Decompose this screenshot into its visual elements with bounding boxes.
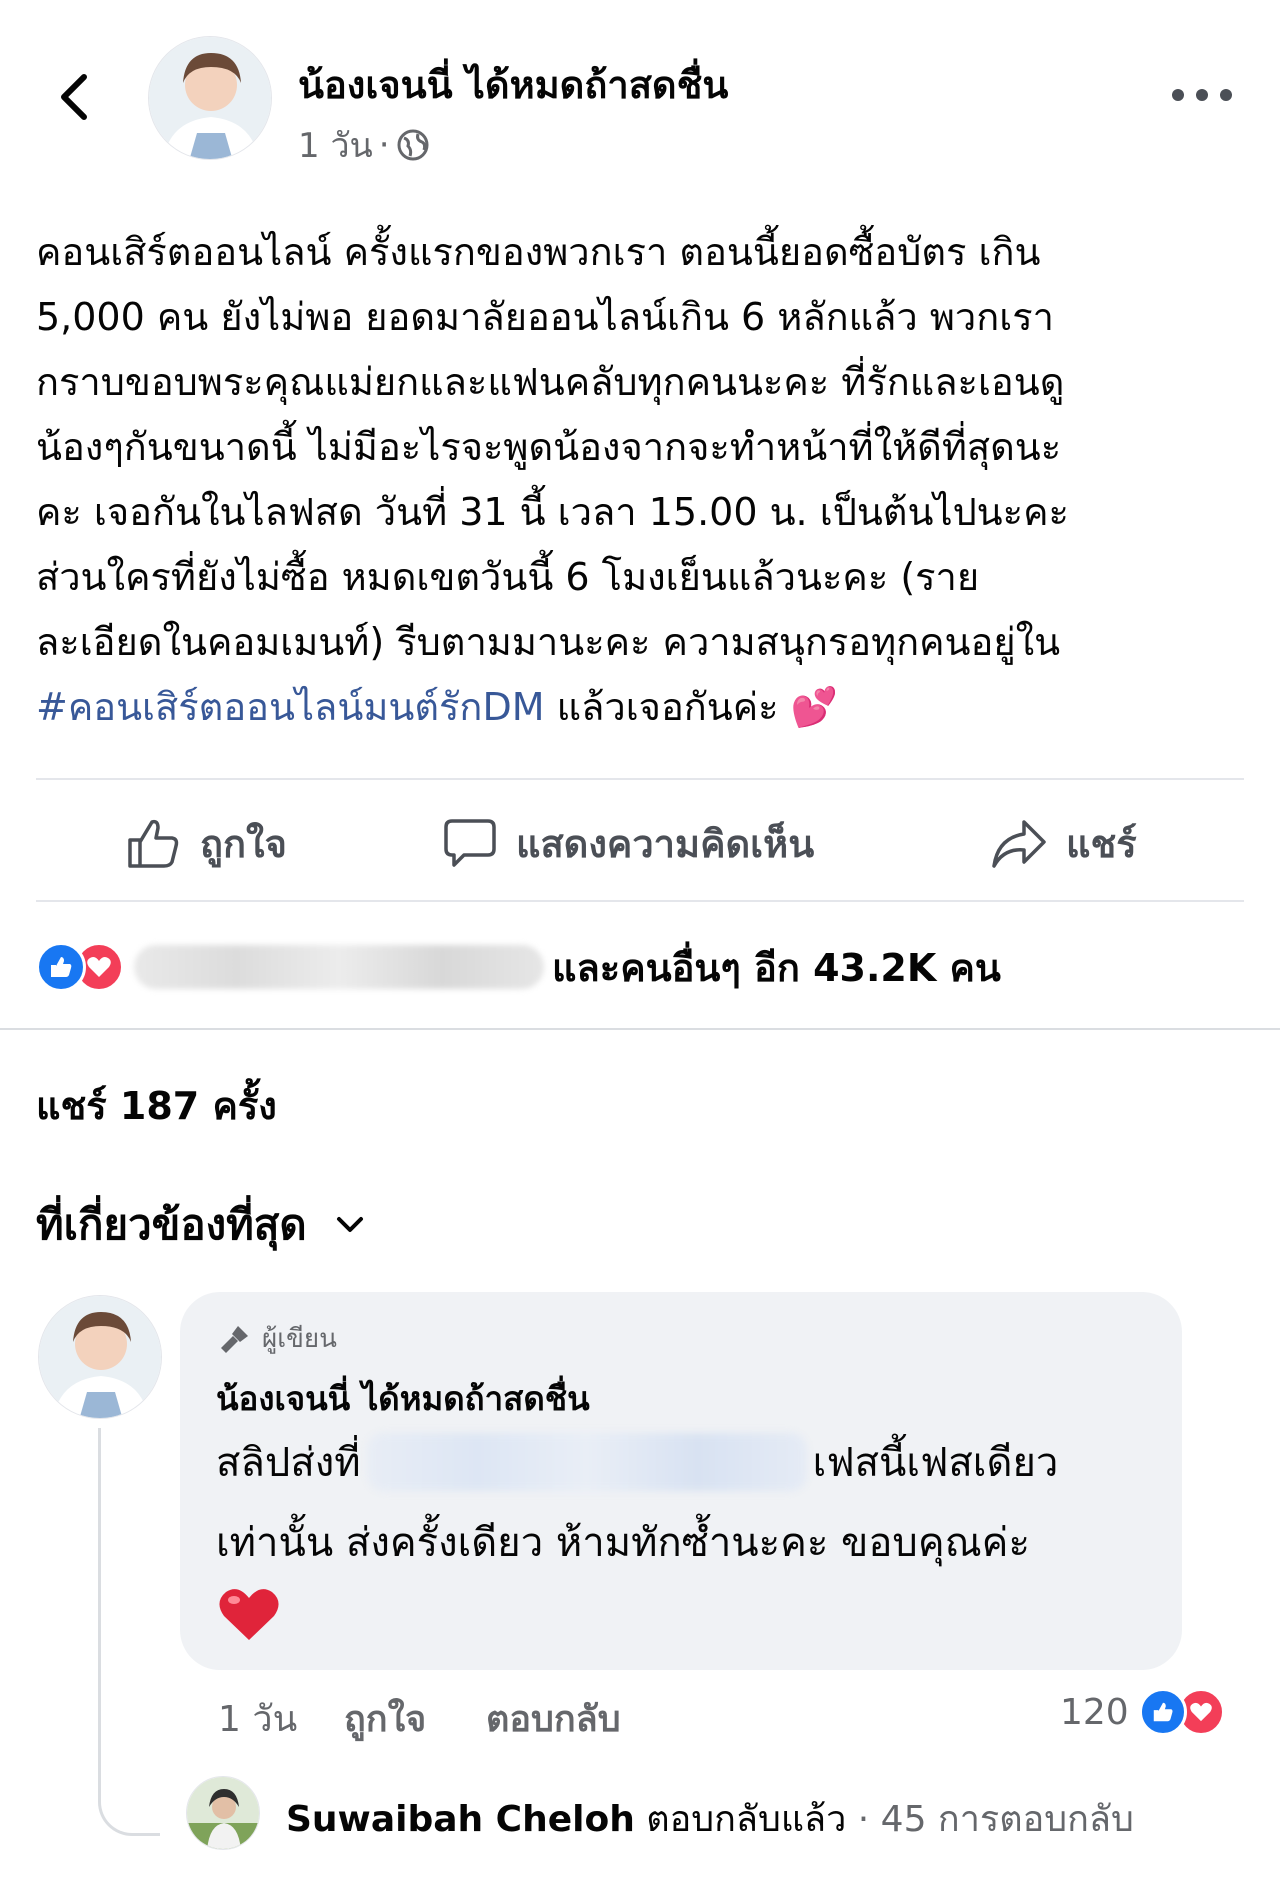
comment-text-line: เท่านั้น ส่งครั้งเดียว ห้ามทักซ้ำนะคะ ขอ…: [216, 1520, 1030, 1566]
chevron-down-icon: [336, 1217, 363, 1232]
more-options-button[interactable]: [1172, 80, 1232, 110]
comment-author[interactable]: น้องเจนนี่ ได้หมดถ้าสดชื่น: [216, 1372, 590, 1425]
post-line: 5,000 คน ยังไม่พอ ยอดมาลัยออนไลน์เกิน 6 …: [36, 295, 1054, 339]
view-replies-link[interactable]: Suwaibah Cheloh ตอบกลับแล้ว · 45 การตอบก…: [286, 1790, 1134, 1847]
post-time[interactable]: 1 วัน: [298, 118, 373, 172]
like-reaction-icon: [1138, 1688, 1187, 1736]
post-line: ละเอียดในคอมเมนท์) รีบตามมานะคะ ความสนุก…: [36, 620, 1061, 664]
post-text: คอนเสิร์ตออนไลน์ ครั้งแรกของพวกเรา ตอนนี…: [36, 220, 1246, 740]
comment-label: แสดงความคิดเห็น: [516, 821, 815, 866]
like-reaction-icon: [36, 942, 86, 992]
post-last-text: แล้วเจอกันค่ะ: [544, 685, 791, 729]
divider: [36, 778, 1244, 780]
two-hearts-emoji: 💕: [790, 685, 838, 729]
comment-sort-dropdown[interactable]: ที่เกี่ยวข้องที่สุด: [36, 1192, 365, 1258]
replier-name: Suwaibah Cheloh: [286, 1799, 635, 1840]
microphone-icon: [221, 1325, 248, 1353]
thumbs-up-icon: [128, 819, 179, 868]
author-badge-label: ผู้เขียน: [262, 1324, 337, 1354]
share-arrow-icon: [992, 820, 1046, 868]
comment-text-line: สลิปส่งที่ เฟสนี้เฟสเดียว: [216, 1430, 1058, 1494]
reply-count: · 45 การตอบกลับ: [846, 1799, 1134, 1840]
section-divider: [0, 1028, 1280, 1030]
commenter-avatar[interactable]: [38, 1295, 162, 1419]
comment-reactions[interactable]: 120: [1060, 1688, 1225, 1736]
comment-like-button[interactable]: ถูกใจ: [344, 1690, 426, 1747]
comment-button[interactable]: แสดงความคิดเห็น: [442, 808, 814, 878]
meta-separator: ·: [378, 125, 390, 165]
comment-time[interactable]: 1 วัน: [218, 1690, 297, 1747]
comment-text-end: เฟสนี้เฟสเดียว: [812, 1440, 1059, 1486]
divider: [36, 900, 1244, 902]
post-line-last: #คอนเสิร์ตออนไลน์มนต์รักDM แล้วเจอกันค่ะ…: [36, 675, 1246, 740]
hashtag-link[interactable]: #คอนเสิร์ตออนไลน์มนต์รักDM: [36, 685, 545, 729]
blurred-text: [366, 1433, 807, 1491]
reactions-summary[interactable]: และคนอื่นๆ อีก 43.2K คน: [36, 935, 1001, 999]
blurred-names: [134, 945, 544, 989]
post-line: ส่วนใครที่ยังไม่ซื้อ หมดเขตวันนี้ 6 โมงเ…: [36, 555, 980, 599]
author-avatar[interactable]: [148, 36, 272, 160]
chevron-left-icon: [61, 74, 87, 120]
post-line: น้องๆกันขนาดนี้ ไม่มีอะไรจะพูดน้องจากจะท…: [36, 425, 1062, 469]
post-line: คอนเสิร์ตออนไลน์ ครั้งแรกของพวกเรา ตอนนี…: [36, 230, 1041, 274]
comment-text-start: สลิปส่งที่: [216, 1440, 361, 1486]
author-badge: ผู้เขียน: [218, 1318, 337, 1359]
share-label: แชร์: [1066, 821, 1137, 866]
back-button[interactable]: [48, 62, 98, 132]
more-horizontal-icon: [1172, 89, 1184, 101]
shares-count[interactable]: แชร์ 187 ครั้ง: [36, 1075, 277, 1136]
globe-icon: [397, 129, 429, 161]
comment-reply-button[interactable]: ตอบกลับ: [486, 1690, 621, 1747]
reactions-count: และคนอื่นๆ อีก 43.2K คน: [552, 945, 1001, 990]
reply-action-text: ตอบกลับแล้ว: [634, 1799, 847, 1840]
share-button[interactable]: แชร์: [990, 808, 1137, 878]
replier-avatar[interactable]: [186, 1776, 260, 1850]
comment-reaction-count: 120: [1060, 1691, 1129, 1733]
post-meta: 1 วัน ·: [298, 118, 430, 172]
author-name[interactable]: น้องเจนนี่ ได้หมดถ้าสดชื่น: [298, 54, 728, 115]
like-button[interactable]: ถูกใจ: [124, 808, 287, 878]
reply-thread-line: [98, 1428, 160, 1836]
like-label: ถูกใจ: [200, 821, 287, 866]
post-line: คะ เจอกันในไลฟสด วันที่ 31 นี้ เวลา 15.0…: [36, 490, 1069, 534]
heart-emoji: [218, 1586, 280, 1646]
sort-label: ที่เกี่ยวข้องที่สุด: [36, 1200, 307, 1249]
speech-bubble-icon: [444, 819, 496, 867]
post-line: กราบขอบพระคุณแม่ยกและแฟนคลับทุกคนนะคะ ที…: [36, 360, 1065, 404]
